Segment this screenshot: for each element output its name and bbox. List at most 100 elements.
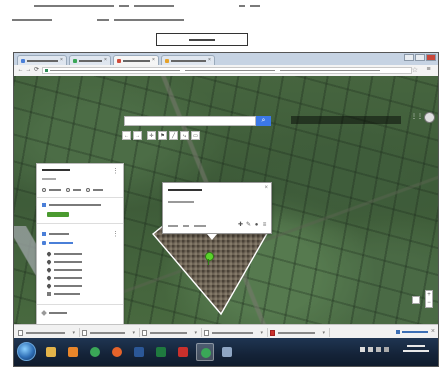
directions-tool-button[interactable]: ⤷ [180, 131, 189, 140]
satellite-map[interactable]: ⌕ ← → ✛ ⚑ ╱ ⤷ ▭ ⋮⋮ ⋮ ⋮ × ✚ ✎ ● ≡ + − [14, 76, 438, 349]
list-item[interactable] [46, 283, 87, 289]
photo-icon[interactable]: ● [254, 222, 259, 228]
avatar[interactable] [424, 112, 435, 123]
windows-explorer-taskbar-icon[interactable] [42, 343, 60, 361]
map-marker-stem [208, 259, 209, 265]
apps-grid-icon[interactable]: ⋮⋮ [411, 114, 423, 120]
close-icon[interactable]: × [264, 185, 268, 191]
chevron-down-icon[interactable]: ▾ [72, 330, 75, 336]
close-downloads-icon[interactable]: × [431, 328, 435, 335]
flag-icon[interactable] [360, 347, 365, 352]
download-item[interactable]: ▾ [142, 328, 202, 337]
zoom-in-icon[interactable]: + [426, 291, 432, 299]
firefox-taskbar-icon[interactable] [108, 343, 126, 361]
browser-tab-2[interactable]: × [69, 55, 111, 65]
undo-tool-button[interactable]: ← [122, 131, 131, 140]
download-item[interactable]: ▾ [270, 328, 330, 337]
chrome-active-icon [201, 348, 211, 358]
untitled-layer[interactable] [42, 203, 106, 207]
delete-icon[interactable]: ≡ [262, 222, 267, 228]
adobe-reader-taskbar-icon[interactable] [174, 343, 192, 361]
bookmark-star-icon[interactable]: ☆ [412, 67, 418, 74]
download-item[interactable]: ▾ [18, 328, 80, 337]
volume-icon[interactable] [368, 347, 373, 352]
tab-close-icon[interactable]: × [208, 58, 211, 63]
list-item[interactable] [47, 292, 85, 296]
base-map-row[interactable] [41, 310, 72, 316]
map-search-input[interactable] [124, 116, 256, 126]
word-taskbar-icon[interactable] [130, 343, 148, 361]
preview-icon[interactable] [86, 188, 90, 192]
start-button[interactable] [17, 342, 36, 361]
excel-icon [156, 347, 166, 357]
tab-close-icon[interactable]: × [60, 58, 63, 63]
feature-info-window: × ✚ ✎ ● ≡ [162, 182, 272, 234]
maximize-button[interactable] [415, 54, 425, 61]
browser-menu-icon[interactable]: ≡ [425, 66, 432, 74]
layer-checkbox[interactable] [42, 232, 46, 236]
file-icon [18, 329, 23, 336]
url-bar[interactable] [42, 67, 412, 74]
style-link[interactable] [42, 241, 78, 245]
feature-actions: ✚ ✎ ● ≡ [238, 222, 267, 228]
redo-tool-button[interactable]: → [133, 131, 142, 140]
divider [37, 223, 123, 224]
list-item[interactable] [46, 251, 87, 257]
share-icon[interactable] [66, 188, 70, 192]
select-tool-button[interactable]: ✛ [147, 131, 156, 140]
marker-icon [46, 251, 52, 257]
style-icon[interactable]: ✚ [238, 222, 243, 228]
network-icon[interactable] [376, 347, 381, 352]
chevron-down-icon[interactable]: ▾ [194, 330, 197, 336]
back-arrow-icon[interactable]: ← [17, 67, 24, 74]
marker-icon [46, 259, 52, 265]
minimize-button[interactable] [404, 54, 414, 61]
network-taskbar-icon[interactable] [218, 343, 236, 361]
close-window-button[interactable] [426, 54, 436, 61]
download-item[interactable]: ▾ [204, 328, 268, 337]
zoom-out-icon[interactable]: − [426, 299, 432, 307]
search-icon[interactable]: ⌕ [256, 116, 271, 126]
location-button[interactable] [412, 296, 420, 304]
media-player-taskbar-icon[interactable] [64, 343, 82, 361]
reload-icon[interactable]: ⟳ [33, 67, 40, 74]
forward-arrow-icon[interactable]: → [25, 67, 32, 74]
map-title[interactable] [42, 169, 75, 171]
chrome-active-taskbar-icon[interactable] [196, 343, 214, 361]
battery-icon[interactable] [384, 347, 389, 352]
layer-checkbox[interactable] [42, 203, 46, 207]
list-item[interactable] [46, 275, 87, 281]
browser-tab-3[interactable]: × [113, 55, 159, 65]
downloads-bar: ▾ ▾ ▾ ▾ ▾ × [14, 324, 438, 339]
document-line-1 [34, 4, 265, 9]
tab-close-icon[interactable]: × [104, 58, 107, 63]
map-options-icon[interactable]: ⋮ [112, 168, 119, 175]
document-button[interactable] [156, 33, 248, 46]
browser-tab-4[interactable]: × [161, 55, 215, 65]
edit-icon[interactable]: ✎ [246, 222, 251, 228]
zoom-controls[interactable]: + − [425, 290, 433, 308]
tab-favicon [21, 58, 25, 63]
map-marker-icon[interactable] [205, 252, 214, 261]
tab-close-icon[interactable]: × [152, 58, 155, 63]
browser-tab-1[interactable]: × [17, 55, 67, 65]
excel-taskbar-icon[interactable] [152, 343, 170, 361]
clock[interactable] [402, 345, 430, 358]
show-all-downloads-link[interactable] [396, 328, 433, 336]
layer-group[interactable] [42, 232, 74, 236]
marker-tool-button[interactable]: ⚑ [158, 131, 167, 140]
add-layer-icon[interactable] [42, 188, 46, 192]
import-link[interactable] [47, 212, 69, 217]
list-item[interactable] [46, 259, 87, 265]
layer-options-icon[interactable]: ⋮ [112, 231, 119, 238]
chrome-taskbar-icon[interactable] [86, 343, 104, 361]
draw-line-tool-button[interactable]: ╱ [169, 131, 178, 140]
list-item[interactable] [46, 267, 87, 273]
download-item[interactable]: ▾ [82, 328, 140, 337]
base-map-toggle[interactable] [41, 310, 47, 316]
chevron-down-icon[interactable]: ▾ [322, 330, 325, 336]
ruler-tool-button[interactable]: ▭ [191, 131, 200, 140]
chevron-down-icon[interactable]: ▾ [260, 330, 263, 336]
import-button[interactable] [47, 212, 69, 217]
chevron-down-icon[interactable]: ▾ [132, 330, 135, 336]
